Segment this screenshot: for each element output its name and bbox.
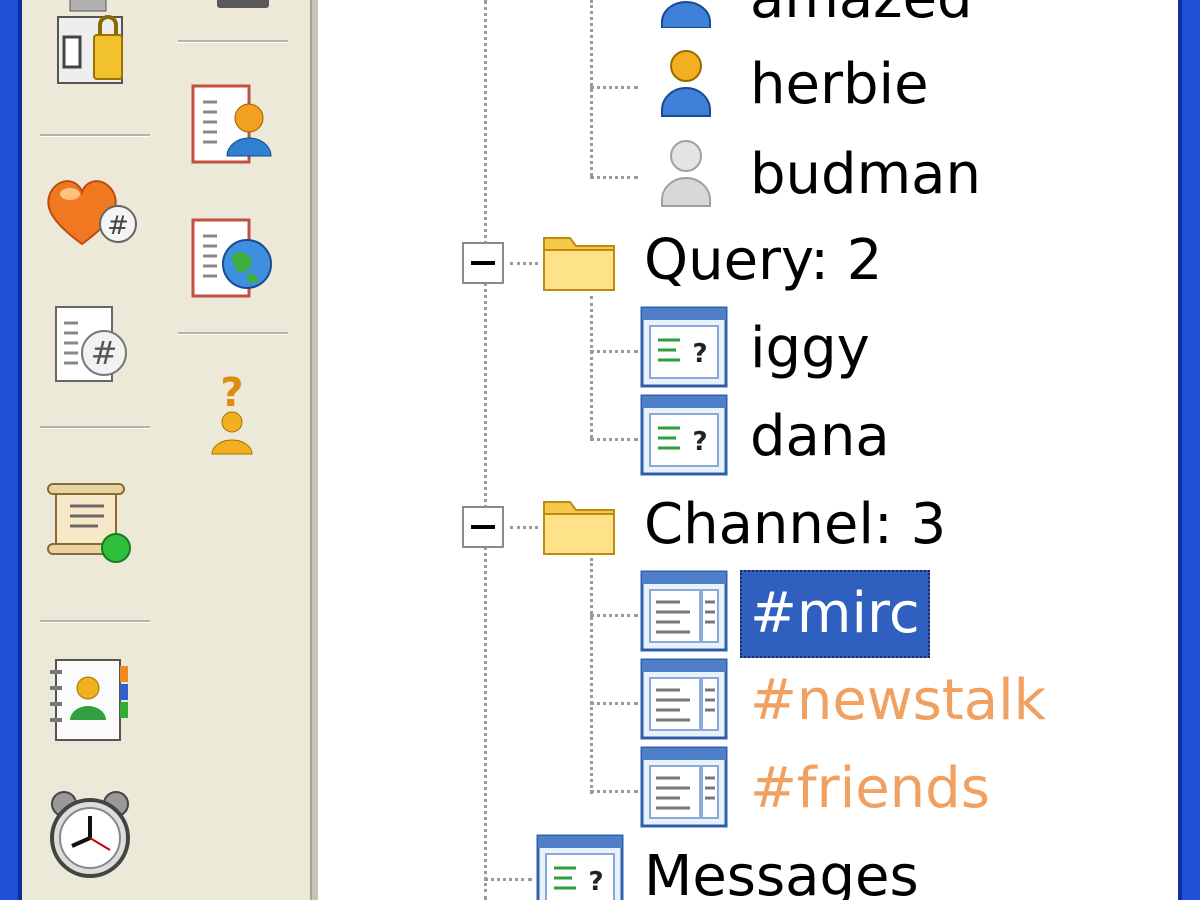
- channel-name-selected: #mirc: [740, 570, 930, 658]
- tree-connector: [590, 438, 638, 441]
- tree-connector: [590, 86, 638, 89]
- heart-hash-icon: #: [47, 180, 137, 246]
- svg-text:#: #: [91, 334, 118, 372]
- lock-document-button[interactable]: [40, 0, 140, 92]
- svg-text:#: #: [107, 211, 129, 241]
- treebar: amazed herbie budman Query: 2 ? iggy: [318, 0, 1178, 900]
- svg-text:?: ?: [692, 427, 707, 457]
- minus-icon: [471, 261, 495, 265]
- user-name: herbie: [750, 52, 929, 117]
- tree-connector: [484, 878, 532, 881]
- help-user-icon: ?: [211, 370, 253, 455]
- document-hash-icon: #: [55, 306, 127, 382]
- svg-text:?: ?: [692, 339, 707, 369]
- channel-window-icon: [640, 570, 728, 652]
- toolbar-separator: [178, 40, 288, 43]
- messages-label: Messages: [644, 844, 919, 900]
- collapse-query-button[interactable]: [462, 242, 504, 284]
- user-blue-icon: [661, 1, 711, 28]
- dcc-send-button[interactable]: [182, 74, 282, 174]
- address-book-button[interactable]: [40, 650, 140, 750]
- channel-window-icon: [640, 746, 728, 828]
- query-name: dana: [750, 404, 890, 469]
- query-folder-label[interactable]: Query: 2: [634, 226, 892, 296]
- collapse-channel-button[interactable]: [462, 506, 504, 548]
- svg-text:?: ?: [588, 867, 603, 897]
- query-window-icon: ?: [640, 306, 728, 388]
- query-window-icon: ?: [536, 834, 624, 900]
- document-globe-icon: [191, 218, 272, 298]
- user-grey-icon: [661, 140, 711, 207]
- alarm-clock-icon: [50, 791, 130, 878]
- minus-icon: [471, 525, 495, 529]
- folder-icon: [543, 501, 615, 555]
- tree-connector: [590, 176, 638, 179]
- dcc-chat-button[interactable]: [182, 208, 282, 308]
- folder-icon: [543, 237, 615, 291]
- timer-button[interactable]: [40, 784, 140, 884]
- query-name: iggy: [750, 316, 870, 381]
- tree-connector: [590, 350, 638, 353]
- window-border-right: [1178, 0, 1200, 900]
- tree-connector: [590, 614, 638, 617]
- channel-window-icon: [640, 658, 728, 740]
- partial-toolbar-icon: [217, 0, 269, 8]
- toolbar-separator: [40, 620, 150, 623]
- tree-connector: [510, 262, 538, 265]
- help-button[interactable]: ?: [182, 364, 282, 464]
- switchbar-toolbar: # # ?: [22, 0, 310, 900]
- scripts-editor-button[interactable]: [40, 472, 140, 572]
- toolbar-separator: [178, 332, 288, 335]
- query-window-icon: ?: [640, 394, 728, 476]
- tree-connector: [590, 296, 593, 438]
- toolbar-separator: [40, 134, 150, 137]
- document-user-icon: [191, 84, 272, 164]
- tree-connector: [510, 526, 538, 529]
- favorites-button[interactable]: #: [40, 162, 140, 262]
- address-book-icon: [50, 659, 128, 741]
- tree-connector: [590, 702, 638, 705]
- user-name: amazed: [740, 0, 983, 34]
- channel-folder-label[interactable]: Channel: 3: [634, 490, 956, 560]
- channels-list-button[interactable]: #: [40, 296, 140, 396]
- scroll-online-icon: [47, 483, 131, 563]
- channel-name: #newstalk: [750, 668, 1047, 733]
- channel-name: #friends: [750, 756, 990, 821]
- tree-connector: [590, 558, 593, 794]
- svg-text:?: ?: [220, 370, 243, 416]
- toolbar-separator: [40, 426, 150, 429]
- user-yellow-icon: [661, 50, 711, 117]
- lock-document-icon: [57, 0, 123, 84]
- tree-connector: [484, 0, 487, 900]
- tree-connector: [590, 790, 638, 793]
- user-name: budman: [750, 142, 981, 207]
- window-border-left: [0, 0, 22, 900]
